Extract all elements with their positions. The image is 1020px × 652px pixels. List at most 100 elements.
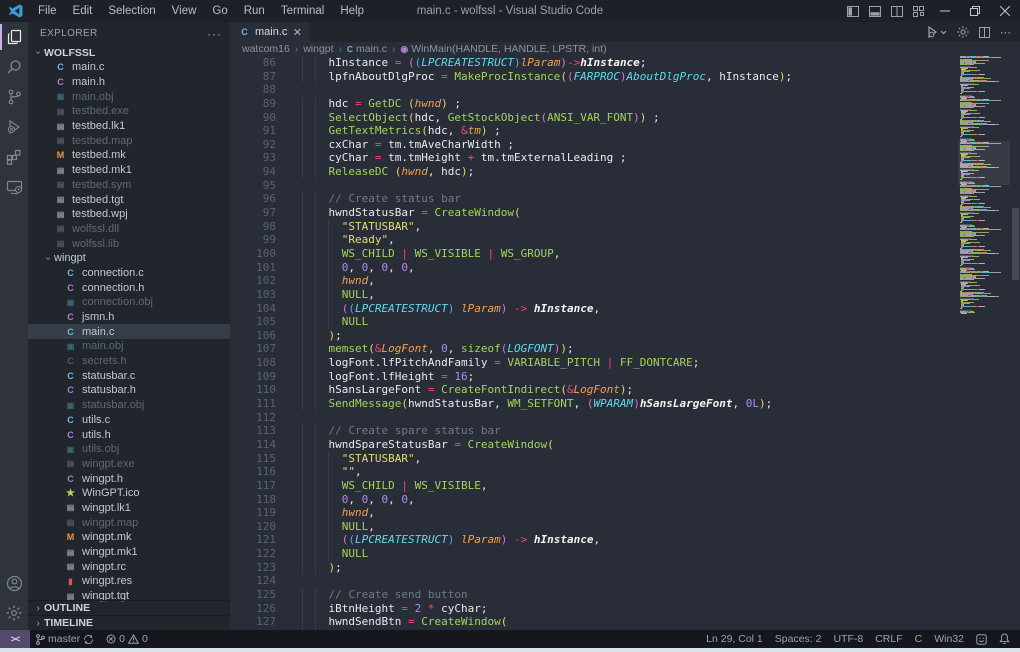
line-number[interactable]: 121 <box>230 533 276 547</box>
file-item-wingpt.mk[interactable]: Mwingpt.mk <box>28 530 230 545</box>
toggle-secondary-sidebar-icon[interactable] <box>886 0 908 22</box>
run-or-debug-icon[interactable] <box>927 26 947 38</box>
code-line-95[interactable]: 95 <box>230 179 1020 193</box>
code-line-104[interactable]: 104 ((LPCREATESTRUCT) lParam) -> hInstan… <box>230 302 1020 316</box>
file-item-wingpt.lk1[interactable]: ▤wingpt.lk1 <box>28 501 230 516</box>
code-line-114[interactable]: 114 hwndSpareStatusBar = CreateWindow( <box>230 438 1020 452</box>
file-item-wingpt.exe[interactable]: ▤wingpt.exe <box>28 457 230 472</box>
code-line-102[interactable]: 102 hwnd, <box>230 274 1020 288</box>
line-number[interactable]: 118 <box>230 493 276 507</box>
menu-edit[interactable]: Edit <box>65 0 101 22</box>
file-item-utils.c[interactable]: Cutils.c <box>28 413 230 428</box>
file-item-testbed.lk1[interactable]: ▤testbed.lk1 <box>28 119 230 134</box>
code-line-101[interactable]: 101 0, 0, 0, 0, <box>230 261 1020 275</box>
file-item-statusbar.c[interactable]: Cstatusbar.c <box>28 368 230 383</box>
section-timeline[interactable]: ›TIMELINE <box>28 615 230 630</box>
code-line-115[interactable]: 115 "STATUSBAR", <box>230 452 1020 466</box>
line-number[interactable]: 103 <box>230 288 276 302</box>
line-number[interactable]: 124 <box>230 574 276 588</box>
code-line-123[interactable]: 123 ); <box>230 561 1020 575</box>
minimize-button[interactable] <box>930 0 960 22</box>
file-item-main.c[interactable]: Cmain.c <box>28 324 230 339</box>
editor-scrollbar[interactable] <box>1011 56 1020 630</box>
line-number[interactable]: 100 <box>230 247 276 261</box>
cursor-position[interactable]: Ln 29, Col 1 <box>700 630 769 648</box>
code-line-103[interactable]: 103 NULL, <box>230 288 1020 302</box>
line-number[interactable]: 108 <box>230 356 276 370</box>
code-line-108[interactable]: 108 logFont.lfPitchAndFamily = VARIABLE_… <box>230 356 1020 370</box>
remote-indicator[interactable]: >< <box>0 630 30 648</box>
code-line-90[interactable]: 90 SelectObject(hdc, GetStockObject(ANSI… <box>230 111 1020 125</box>
explorer-icon[interactable] <box>0 22 28 52</box>
language-mode[interactable]: C <box>909 630 929 648</box>
code-line-126[interactable]: 126 iBtnHeight = 2 * cyChar; <box>230 602 1020 616</box>
file-item-wolfssl.lib[interactable]: ▤wolfssl.lib <box>28 236 230 251</box>
file-item-main.c[interactable]: Cmain.c <box>28 60 230 75</box>
line-number[interactable]: 125 <box>230 588 276 602</box>
line-number[interactable]: 93 <box>230 151 276 165</box>
problems-status[interactable]: 0 0 <box>100 630 154 648</box>
settings-icon[interactable] <box>0 598 28 628</box>
line-number[interactable]: 86 <box>230 56 276 70</box>
file-item-wingpt.map[interactable]: ▤wingpt.map <box>28 515 230 530</box>
file-item-testbed.wpj[interactable]: ▤testbed.wpj <box>28 207 230 222</box>
code-line-100[interactable]: 100 WS_CHILD | WS_VISIBLE | WS_GROUP, <box>230 247 1020 261</box>
file-item-wolfssl.dll[interactable]: ▤wolfssl.dll <box>28 222 230 237</box>
code-line-87[interactable]: 87 lpfnAboutDlgProc = MakeProcInstance((… <box>230 70 1020 84</box>
code-line-89[interactable]: 89 hdc = GetDC (hwnd) ; <box>230 97 1020 111</box>
code-line-112[interactable]: 112 <box>230 411 1020 425</box>
code-line-117[interactable]: 117 WS_CHILD | WS_VISIBLE, <box>230 479 1020 493</box>
line-number[interactable]: 87 <box>230 70 276 84</box>
menu-go[interactable]: Go <box>204 0 235 22</box>
line-number[interactable]: 117 <box>230 479 276 493</box>
file-item-testbed.sym[interactable]: ▤testbed.sym <box>28 178 230 193</box>
line-number[interactable]: 94 <box>230 165 276 179</box>
menu-file[interactable]: File <box>30 0 65 22</box>
accounts-icon[interactable] <box>0 568 28 598</box>
code-line-127[interactable]: 127 hwndSendBtn = CreateWindow( <box>230 615 1020 629</box>
menu-selection[interactable]: Selection <box>100 0 163 22</box>
file-item-wingpt.res[interactable]: ▮wingpt.res <box>28 574 230 589</box>
code-line-110[interactable]: 110 hSansLargeFont = CreateFontIndirect(… <box>230 383 1020 397</box>
code-line-122[interactable]: 122 NULL <box>230 547 1020 561</box>
toggle-sidebar-icon[interactable] <box>842 0 864 22</box>
code-line-98[interactable]: 98 "STATUSBAR", <box>230 220 1020 234</box>
scrollbar-thumb[interactable] <box>1012 208 1019 280</box>
menu-view[interactable]: View <box>164 0 205 22</box>
explorer-more-actions[interactable]: ··· <box>207 27 222 41</box>
indentation-setting[interactable]: Spaces: 2 <box>769 630 828 648</box>
code-line-124[interactable]: 124 <box>230 574 1020 588</box>
file-item-wingpt.mk1[interactable]: ▤wingpt.mk1 <box>28 545 230 560</box>
file-item-testbed.exe[interactable]: ▤testbed.exe <box>28 104 230 119</box>
breadcrumb-item[interactable]: watcom16 <box>242 43 290 55</box>
file-item-main.obj[interactable]: ▣main.obj <box>28 89 230 104</box>
menu-terminal[interactable]: Terminal <box>273 0 332 22</box>
menu-run[interactable]: Run <box>236 0 273 22</box>
line-number[interactable]: 90 <box>230 111 276 125</box>
code-line-113[interactable]: 113 // Create spare status bar <box>230 424 1020 438</box>
platform-target[interactable]: Win32 <box>928 630 970 648</box>
line-number[interactable]: 91 <box>230 124 276 138</box>
line-number[interactable]: 127 <box>230 615 276 629</box>
file-item-utils.obj[interactable]: ▣utils.obj <box>28 442 230 457</box>
file-item-wingpt.ico[interactable]: ★WinGPT.ico <box>28 486 230 501</box>
customize-layout-icon[interactable] <box>908 0 930 22</box>
search-icon[interactable] <box>0 52 28 82</box>
remote-explorer-icon[interactable] <box>0 172 28 202</box>
split-editor-icon[interactable] <box>979 27 990 38</box>
file-item-utils.h[interactable]: Cutils.h <box>28 427 230 442</box>
file-item-connection.h[interactable]: Cconnection.h <box>28 280 230 295</box>
section-outline[interactable]: ›OUTLINE <box>28 600 230 615</box>
line-number[interactable]: 119 <box>230 506 276 520</box>
code-line-116[interactable]: 116 "", <box>230 465 1020 479</box>
file-item-main.h[interactable]: Cmain.h <box>28 75 230 90</box>
line-number[interactable]: 114 <box>230 438 276 452</box>
close-window-button[interactable] <box>990 0 1020 22</box>
code-line-111[interactable]: 111 SendMessage(hwndStatusBar, WM_SETFON… <box>230 397 1020 411</box>
line-number[interactable]: 104 <box>230 302 276 316</box>
line-number[interactable]: 122 <box>230 547 276 561</box>
line-number[interactable]: 88 <box>230 83 276 97</box>
line-number[interactable]: 109 <box>230 370 276 384</box>
file-item-statusbar.h[interactable]: Cstatusbar.h <box>28 383 230 398</box>
code-line-91[interactable]: 91 GetTextMetrics(hdc, &tm) ; <box>230 124 1020 138</box>
